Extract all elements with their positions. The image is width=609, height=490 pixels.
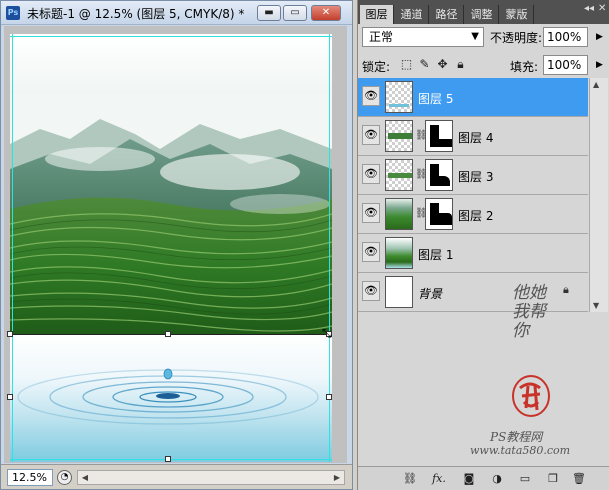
transform-handle[interactable] bbox=[326, 394, 332, 400]
lock-fill-row: 锁定: ⬚ ✎ ✥ 🔒︎ 填充: 100% ▶ bbox=[362, 54, 608, 76]
layer-thumbnail bbox=[385, 276, 413, 308]
layer-name[interactable]: 图层 4 bbox=[458, 129, 493, 146]
layer-mask-thumbnail[interactable] bbox=[425, 198, 453, 230]
layer-row-3[interactable]: 👁︎ ⛓︎ 图层 3 bbox=[358, 156, 588, 195]
opacity-slider-arrow-icon[interactable]: ▶ bbox=[596, 32, 603, 42]
layer-row-5[interactable]: 👁︎ 图层 5 bbox=[358, 78, 588, 117]
collapse-panel-icon[interactable]: ◂◂ bbox=[584, 3, 594, 14]
fill-label: 填充: bbox=[510, 60, 539, 74]
close-panel-icon[interactable]: ✕ bbox=[598, 3, 606, 14]
blend-mode-select[interactable]: 正常 ▼ bbox=[362, 27, 484, 47]
layer-name[interactable]: 图层 5 bbox=[418, 90, 453, 107]
transform-handle[interactable] bbox=[7, 331, 13, 337]
layer-name[interactable]: 图层 1 bbox=[418, 246, 453, 263]
panel-tab-bar: 图层 通道 路径 调整 蒙版 ◂◂ ✕ bbox=[358, 0, 609, 24]
resize-cursor-icon: ⤡ bbox=[322, 326, 332, 340]
lock-all-icon[interactable]: 🔒︎ bbox=[454, 57, 467, 71]
fx-icon[interactable]: fx. bbox=[431, 471, 447, 487]
lock-label: 锁定: bbox=[362, 60, 391, 74]
minimize-button[interactable]: ▬ bbox=[257, 5, 281, 21]
watermark-url: www.tata580.com bbox=[470, 444, 571, 457]
transform-handle[interactable] bbox=[7, 394, 13, 400]
water-drop-image bbox=[10, 334, 332, 462]
background-lock-icon: 🔒︎ bbox=[563, 283, 569, 296]
document-title: 未标题-1 @ 12.5% (图层 5, CMYK/8) * bbox=[27, 7, 245, 21]
layers-list: 👁︎ 图层 5 👁︎ ⛓︎ 图层 4 👁︎ ⛓︎ 图层 3 👁︎ ⛓︎ 图层 2… bbox=[358, 78, 609, 312]
blend-mode-value: 正常 bbox=[369, 30, 394, 44]
layer-thumbnail bbox=[385, 198, 413, 230]
layer-name[interactable]: 背景 bbox=[418, 285, 442, 302]
layer-name[interactable]: 图层 2 bbox=[458, 207, 493, 224]
scroll-up-icon[interactable]: ▲ bbox=[593, 80, 599, 89]
tab-adjustments[interactable]: 调整 bbox=[465, 5, 499, 24]
layers-panel: 图层 通道 路径 调整 蒙版 ◂◂ ✕ 正常 ▼ 不透明度: 100% ▶ 锁定… bbox=[357, 0, 609, 490]
guide-line bbox=[10, 459, 332, 460]
zoom-level-field[interactable]: 12.5% bbox=[7, 469, 53, 486]
status-bar: 12.5% ◔ ◀ ▶ bbox=[1, 464, 352, 489]
lock-image-brush-icon[interactable]: ✎ bbox=[418, 57, 431, 71]
dropdown-arrow-icon: ▼ bbox=[471, 31, 479, 42]
layer-thumbnail bbox=[385, 237, 413, 269]
eye-icon[interactable]: 👁︎ bbox=[362, 164, 380, 184]
opacity-label: 不透明度: bbox=[490, 31, 543, 45]
transform-bounding-box-top bbox=[10, 334, 332, 335]
blend-opacity-row: 正常 ▼ 不透明度: 100% ▶ bbox=[362, 27, 608, 47]
layers-bottom-toolbar: ⛓︎ fx. ◙ ◑ ▭ ❐ 🗑︎ bbox=[358, 466, 609, 490]
document-title-bar[interactable]: Ps 未标题-1 @ 12.5% (图层 5, CMYK/8) * ▬ ▭ ✕ bbox=[1, 1, 352, 25]
horizontal-scrollbar[interactable]: ◀ ▶ bbox=[77, 470, 345, 485]
scroll-down-icon[interactable]: ▼ bbox=[593, 301, 599, 310]
layers-vertical-scrollbar[interactable]: ▲ ▼ bbox=[589, 78, 608, 312]
add-mask-icon[interactable]: ◙ bbox=[461, 471, 477, 487]
fill-field[interactable]: 100% bbox=[543, 55, 588, 75]
guide-line bbox=[10, 36, 332, 37]
eye-icon[interactable]: 👁︎ bbox=[362, 86, 380, 106]
tea-plantation-image bbox=[10, 94, 332, 334]
layer-thumbnail bbox=[385, 159, 413, 191]
photoshop-logo-icon: Ps bbox=[6, 6, 20, 20]
trash-icon[interactable]: 🗑︎ bbox=[571, 471, 587, 487]
layer-mask-thumbnail[interactable] bbox=[425, 120, 453, 152]
folder-icon[interactable]: ▭ bbox=[517, 471, 533, 487]
link-icon[interactable]: ⛓︎ bbox=[402, 471, 418, 487]
tab-paths[interactable]: 路径 bbox=[430, 5, 464, 24]
adjustment-icon[interactable]: ◑ bbox=[489, 471, 505, 487]
tab-layers[interactable]: 图层 bbox=[360, 5, 394, 24]
scroll-left-icon[interactable]: ◀ bbox=[79, 472, 91, 483]
eye-icon[interactable]: 👁︎ bbox=[362, 125, 380, 145]
red-seal-stamp bbox=[512, 375, 550, 417]
scroll-right-icon[interactable]: ▶ bbox=[331, 472, 343, 483]
layer-row-background[interactable]: 👁︎ 背景 🔒︎ bbox=[358, 273, 588, 312]
layer-row-2[interactable]: 👁︎ ⛓︎ 图层 2 bbox=[358, 195, 588, 234]
layer-mask-thumbnail[interactable] bbox=[425, 159, 453, 191]
document-canvas[interactable] bbox=[7, 34, 332, 462]
watermark-vertical-text: 他她我帮你 bbox=[512, 283, 546, 341]
close-button[interactable]: ✕ bbox=[311, 5, 341, 21]
document-info-icon[interactable]: ◔ bbox=[57, 470, 72, 485]
maximize-button[interactable]: ▭ bbox=[283, 5, 307, 21]
layer-thumbnail bbox=[385, 120, 413, 152]
eye-icon[interactable]: 👁︎ bbox=[362, 281, 380, 301]
watermark-site-name: PS教程网 bbox=[490, 430, 543, 444]
eye-icon[interactable]: 👁︎ bbox=[362, 203, 380, 223]
layer-name[interactable]: 图层 3 bbox=[458, 168, 493, 185]
fill-slider-arrow-icon[interactable]: ▶ bbox=[596, 60, 603, 70]
eye-icon[interactable]: 👁︎ bbox=[362, 242, 380, 262]
opacity-field[interactable]: 100% bbox=[543, 27, 588, 47]
layer-thumbnail bbox=[385, 81, 413, 113]
transform-handle[interactable] bbox=[165, 331, 171, 337]
canvas-area[interactable]: ⤡ bbox=[4, 26, 347, 463]
layer-row-4[interactable]: 👁︎ ⛓︎ 图层 4 bbox=[358, 117, 588, 156]
tab-channels[interactable]: 通道 bbox=[395, 5, 429, 24]
watermark-area: 他她我帮你 PS教程网 www.tata580.com bbox=[358, 284, 609, 464]
lock-position-move-icon[interactable]: ✥ bbox=[436, 57, 449, 71]
lock-transparency-icon[interactable]: ⬚ bbox=[400, 57, 413, 71]
document-window: Ps 未标题-1 @ 12.5% (图层 5, CMYK/8) * ▬ ▭ ✕ bbox=[0, 0, 353, 490]
new-layer-icon[interactable]: ❐ bbox=[545, 471, 561, 487]
layer-row-1[interactable]: 👁︎ 图层 1 bbox=[358, 234, 588, 273]
transform-handle[interactable] bbox=[165, 456, 171, 462]
tab-masks[interactable]: 蒙版 bbox=[500, 5, 534, 24]
